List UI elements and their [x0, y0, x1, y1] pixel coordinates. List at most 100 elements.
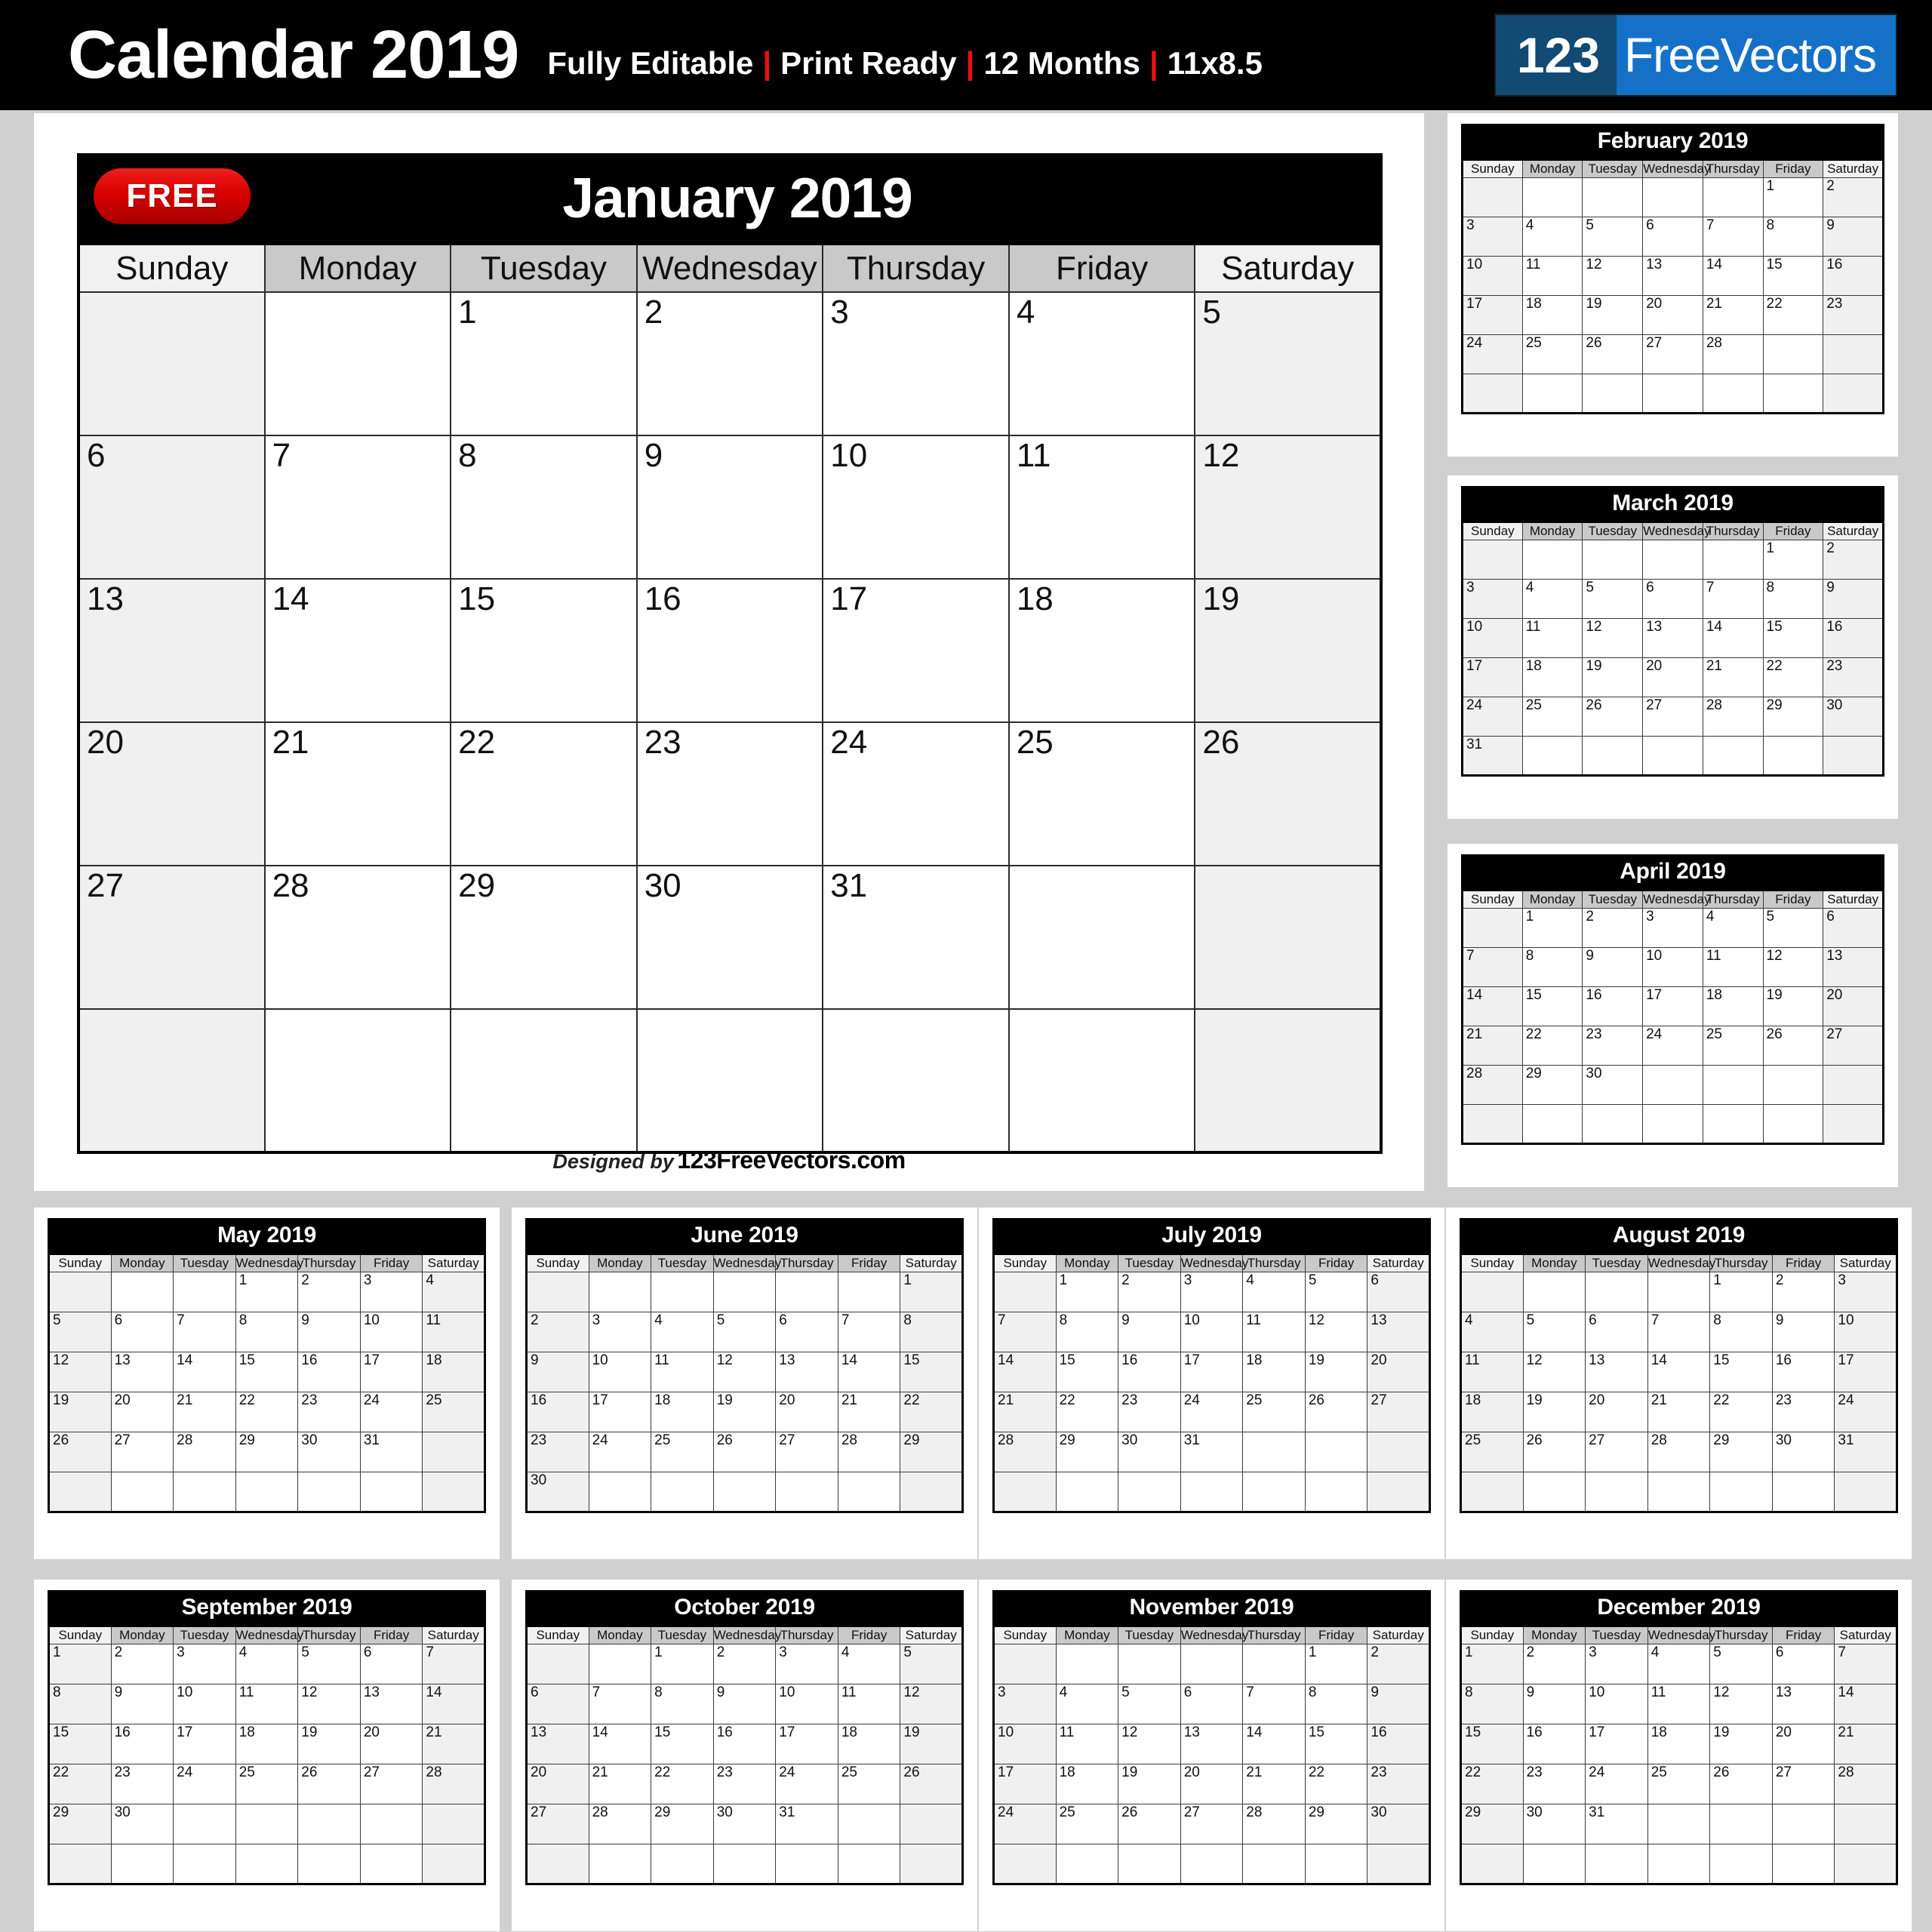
day-cell[interactable]: 21 [837, 1392, 901, 1432]
day-cell[interactable]: 23 [635, 721, 824, 866]
day-cell[interactable]: 15 [651, 1724, 714, 1764]
day-cell[interactable]: 23 [1823, 657, 1884, 697]
day-cell[interactable]: 26 [297, 1764, 361, 1804]
day-cell[interactable]: 5 [1582, 579, 1644, 619]
day-cell-empty[interactable] [775, 1472, 838, 1512]
day-cell[interactable]: 20 [78, 721, 266, 866]
day-cell[interactable]: 1 [235, 1272, 299, 1312]
day-cell[interactable]: 15 [1304, 1724, 1368, 1764]
day-cell-empty[interactable] [1762, 1065, 1824, 1105]
day-cell-empty[interactable] [1304, 1844, 1368, 1884]
day-cell-empty[interactable] [526, 1844, 589, 1884]
day-cell[interactable]: 27 [1823, 1026, 1884, 1066]
day-cell[interactable]: 10 [1642, 947, 1703, 987]
day-cell[interactable]: 13 [526, 1724, 589, 1764]
day-cell[interactable]: 1 [1762, 540, 1824, 580]
day-cell[interactable]: 25 [651, 1432, 714, 1472]
day-cell-empty[interactable] [1521, 540, 1583, 580]
day-cell[interactable]: 13 [78, 578, 266, 723]
day-cell-empty[interactable] [1055, 1844, 1119, 1884]
day-cell[interactable]: 17 [588, 1392, 652, 1432]
day-cell[interactable]: 3 [822, 291, 1010, 436]
day-cell[interactable]: 30 [712, 1804, 777, 1844]
day-cell[interactable]: 13 [1823, 947, 1884, 987]
day-cell[interactable]: 24 [993, 1804, 1057, 1844]
day-cell-empty[interactable] [1460, 1272, 1524, 1312]
day-cell-empty[interactable] [1771, 1844, 1835, 1884]
day-cell-empty[interactable] [1762, 1104, 1824, 1144]
day-cell[interactable]: 1 [1521, 908, 1583, 948]
day-cell[interactable]: 27 [78, 865, 266, 1010]
day-cell[interactable]: 5 [1118, 1684, 1181, 1724]
day-cell-empty[interactable] [1582, 1104, 1644, 1144]
day-cell-empty[interactable] [1762, 334, 1824, 374]
day-cell[interactable]: 31 [359, 1432, 423, 1472]
day-cell[interactable]: 22 [1055, 1392, 1119, 1432]
day-cell[interactable]: 4 [1460, 1312, 1524, 1352]
day-cell[interactable]: 16 [1771, 1352, 1835, 1392]
day-cell[interactable]: 7 [1702, 579, 1764, 619]
day-cell-empty[interactable] [1367, 1472, 1430, 1512]
day-cell[interactable]: 21 [1702, 657, 1764, 697]
day-cell-empty[interactable] [900, 1804, 963, 1844]
day-cell[interactable]: 23 [526, 1432, 589, 1472]
day-cell[interactable]: 27 [1642, 334, 1703, 374]
day-cell[interactable]: 15 [1055, 1352, 1119, 1392]
day-cell-empty[interactable] [1702, 1065, 1764, 1105]
day-cell-empty[interactable] [110, 1472, 174, 1512]
day-cell[interactable]: 16 [526, 1392, 589, 1432]
day-cell[interactable]: 24 [1462, 334, 1523, 374]
day-cell[interactable]: 30 [526, 1472, 589, 1512]
day-cell[interactable]: 11 [651, 1352, 714, 1392]
day-cell[interactable]: 29 [1521, 1065, 1583, 1105]
day-cell[interactable]: 23 [1582, 1026, 1644, 1066]
day-cell-empty[interactable] [900, 1844, 963, 1884]
day-cell[interactable]: 28 [837, 1432, 901, 1472]
day-cell[interactable]: 4 [1647, 1644, 1711, 1684]
day-cell-empty[interactable] [1771, 1472, 1835, 1512]
day-cell-empty[interactable] [110, 1272, 174, 1312]
day-cell-empty[interactable] [1462, 908, 1523, 948]
day-cell-empty[interactable] [993, 1272, 1057, 1312]
day-cell[interactable]: 21 [422, 1724, 485, 1764]
day-cell[interactable]: 28 [1702, 334, 1764, 374]
day-cell-empty[interactable] [1823, 1065, 1884, 1105]
day-cell-empty[interactable] [1585, 1272, 1648, 1312]
day-cell[interactable]: 11 [1460, 1352, 1524, 1392]
day-cell-empty[interactable] [110, 1844, 174, 1884]
day-cell[interactable]: 4 [651, 1312, 714, 1352]
day-cell[interactable]: 16 [1367, 1724, 1430, 1764]
day-cell[interactable]: 15 [1762, 256, 1824, 296]
day-cell[interactable]: 31 [1180, 1432, 1244, 1472]
day-cell-empty[interactable] [1522, 1472, 1586, 1512]
day-cell-empty[interactable] [588, 1272, 652, 1312]
day-cell[interactable]: 1 [1055, 1272, 1119, 1312]
day-cell[interactable]: 7 [588, 1684, 652, 1724]
day-cell[interactable]: 21 [1242, 1764, 1306, 1804]
day-cell[interactable]: 24 [173, 1764, 236, 1804]
day-cell-empty[interactable] [837, 1472, 901, 1512]
day-cell-empty[interactable] [1771, 1804, 1835, 1844]
day-cell-empty[interactable] [1647, 1844, 1711, 1884]
day-cell[interactable]: 2 [1771, 1272, 1835, 1312]
day-cell[interactable]: 19 [1582, 295, 1644, 335]
day-cell[interactable]: 15 [1521, 986, 1583, 1026]
day-cell-empty[interactable] [1647, 1804, 1711, 1844]
day-cell[interactable]: 5 [297, 1644, 361, 1684]
day-cell[interactable]: 17 [1462, 657, 1523, 697]
day-cell[interactable]: 1 [1460, 1644, 1524, 1684]
day-cell-empty[interactable] [422, 1804, 485, 1844]
day-cell[interactable]: 6 [1367, 1272, 1430, 1312]
day-cell[interactable]: 15 [1709, 1352, 1773, 1392]
day-cell[interactable]: 22 [1709, 1392, 1773, 1432]
day-cell[interactable]: 8 [900, 1312, 963, 1352]
day-cell[interactable]: 25 [1055, 1804, 1119, 1844]
day-cell[interactable]: 26 [1522, 1432, 1586, 1472]
day-cell[interactable]: 19 [1522, 1392, 1586, 1432]
day-cell[interactable]: 30 [1367, 1804, 1430, 1844]
day-cell[interactable]: 1 [651, 1644, 714, 1684]
day-cell[interactable]: 29 [900, 1432, 963, 1472]
day-cell[interactable]: 8 [1521, 947, 1583, 987]
day-cell-empty[interactable] [1823, 374, 1884, 414]
day-cell-empty[interactable] [712, 1472, 777, 1512]
